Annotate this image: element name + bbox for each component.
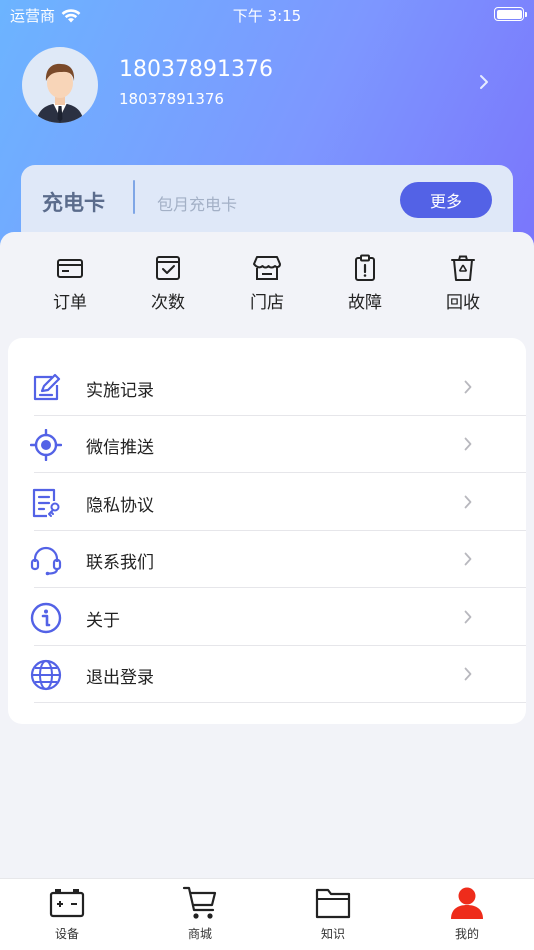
menu-item-contact[interactable]: 联系我们 [8,531,526,588]
chevron-right-icon [464,667,472,681]
tab-label: 我的 [454,927,479,941]
content-sheet: 订单 次数 门店 故障 回收 实施记录 微信推送 隐私协议 联系我们 关于 退出… [0,232,534,878]
tab-mine[interactable]: 我的 [427,885,507,942]
divider [34,587,526,588]
profile-subtitle: 18037891376 [119,90,224,108]
chevron-right-icon [464,495,472,509]
quick-action-fault[interactable]: 故障 [330,254,400,313]
card-divider [133,180,135,214]
headset-icon [30,546,62,576]
store-icon [253,256,281,280]
more-button[interactable]: 更多 [400,182,492,218]
quick-action-label: 次数 [151,293,185,313]
chevron-right-icon [464,380,472,394]
battery-icon [49,889,85,918]
avatar[interactable] [22,47,98,123]
tab-knowledge[interactable]: 知识 [293,885,373,942]
menu-item-about[interactable]: 关于 [8,589,526,646]
quick-action-label: 订单 [53,293,87,313]
menu-item-label: 退出登录 [86,668,154,688]
quick-action-label: 门店 [250,293,284,313]
globe-icon [30,659,62,691]
card-title: 充电卡 [42,191,105,215]
menu-item-label: 微信推送 [86,438,154,458]
tab-label: 设备 [54,927,79,941]
card-icon [57,259,83,278]
divider [34,702,526,703]
chevron-right-icon [464,437,472,451]
quick-action-label: 回收 [446,293,480,313]
clipboard-alert-icon [355,254,375,281]
target-icon [30,429,62,461]
bottom-tab-bar: 设备 商城 知识 我的 [0,878,534,950]
tab-device[interactable]: 设备 [27,885,107,942]
divider [34,472,526,473]
document-key-icon [32,488,60,518]
avatar-person-icon [36,63,84,123]
card-subtitle: 包月充电卡 [157,195,238,214]
cart-icon [182,886,217,919]
chevron-right-icon [464,610,472,624]
recycle-bin-icon [451,255,475,281]
edit-record-icon [33,373,61,401]
tab-label: 商城 [187,927,212,941]
profile-header[interactable]: 18037891376 18037891376 [22,47,522,125]
chevron-right-icon[interactable] [479,74,489,90]
menu-item-label: 关于 [86,611,120,631]
quick-action-orders[interactable]: 订单 [35,254,105,313]
profile-name: 18037891376 [119,57,273,82]
quick-action-recycle[interactable]: 回收 [428,254,498,313]
menu-item-label: 隐私协议 [86,496,154,516]
menu-item-records[interactable]: 实施记录 [8,359,526,416]
battery-icon [494,7,527,21]
chevron-right-icon [464,552,472,566]
status-time: 下午 3:15 [232,7,302,25]
menu-item-wechat-push[interactable]: 微信推送 [8,416,526,473]
menu-item-privacy[interactable]: 隐私协议 [8,474,526,531]
quick-action-label: 故障 [348,293,382,313]
menu-item-label: 联系我们 [86,553,154,573]
status-bar: 运营商 下午 3:15 [0,0,534,30]
tab-shop[interactable]: 商城 [160,885,240,942]
quick-action-count[interactable]: 次数 [133,254,203,313]
quick-actions: 订单 次数 门店 故障 回收 [0,232,534,332]
menu-item-logout[interactable]: 退出登录 [8,646,526,703]
settings-menu: 实施记录 微信推送 隐私协议 联系我们 关于 退出登录 [8,338,526,724]
info-icon [30,602,62,634]
quick-action-store[interactable]: 门店 [232,254,302,313]
tab-label: 知识 [320,927,345,941]
calendar-check-icon [156,256,180,280]
folder-icon [315,888,351,919]
person-icon [451,887,483,919]
menu-item-label: 实施记录 [86,381,154,401]
